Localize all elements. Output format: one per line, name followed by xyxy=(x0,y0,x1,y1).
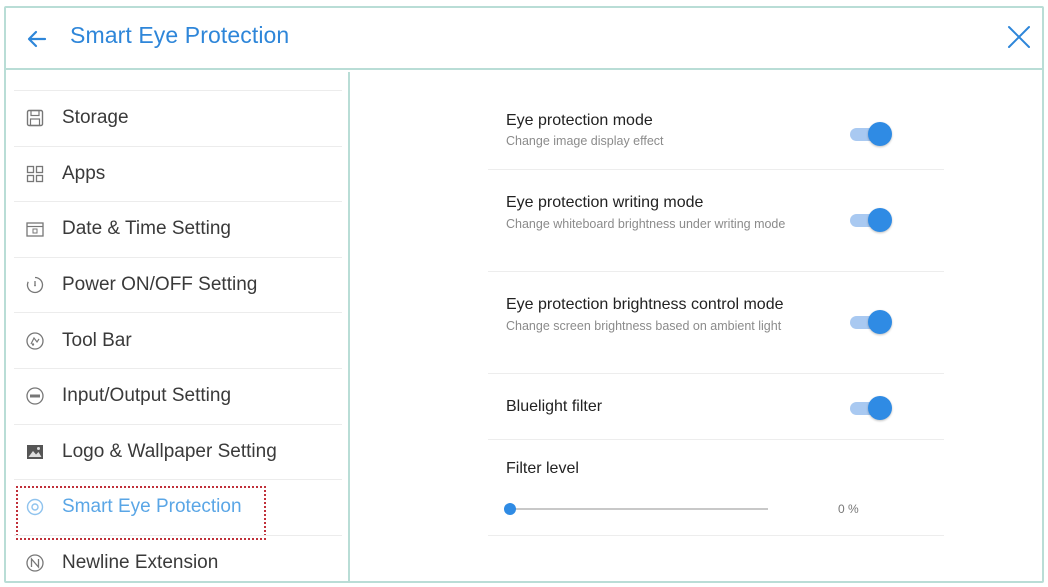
back-button[interactable] xyxy=(24,26,50,52)
sidebar-item-date-time[interactable]: Date & Time Setting xyxy=(14,201,342,257)
toggle-thumb xyxy=(868,122,892,146)
toggle-thumb xyxy=(868,310,892,334)
sidebar-item-label: Smart Eye Protection xyxy=(62,496,242,518)
sidebar-item-label: Logo & Wallpaper Setting xyxy=(62,440,277,462)
sidebar-list: Storage Apps Date & Time Setting Power O… xyxy=(14,90,342,587)
sidebar-item-storage[interactable]: Storage xyxy=(14,90,342,146)
storage-icon xyxy=(24,107,46,129)
setting-description: Change whiteboard brightness under writi… xyxy=(506,217,786,231)
toggle-thumb xyxy=(868,396,892,420)
sidebar: Storage Apps Date & Time Setting Power O… xyxy=(6,72,350,581)
apps-grid-icon xyxy=(24,163,46,185)
setting-row-bluelight-filter: Bluelight filter xyxy=(488,374,944,440)
toggle-thumb xyxy=(868,208,892,232)
brightness-control-mode-toggle[interactable] xyxy=(850,310,894,334)
header-bar: Smart Eye Protection xyxy=(6,8,1042,70)
setting-description: Change screen brightness based on ambien… xyxy=(506,319,782,333)
page-title: Smart Eye Protection xyxy=(70,22,290,48)
sidebar-item-label: Date & Time Setting xyxy=(62,218,231,240)
sidebar-item-label: Newline Extension xyxy=(62,552,219,574)
eye-protection-mode-toggle[interactable] xyxy=(850,122,894,146)
sidebar-item-label: Apps xyxy=(62,162,106,184)
setting-title: Eye protection mode xyxy=(506,112,653,129)
sidebar-item-power[interactable]: Power ON/OFF Setting xyxy=(14,256,342,313)
setting-row-eye-protection-mode: Eye protection mode Change image display… xyxy=(488,90,944,170)
input-output-icon xyxy=(24,385,46,407)
setting-title: Eye protection writing mode xyxy=(506,194,704,211)
sidebar-item-label: Input/Output Setting xyxy=(62,385,232,407)
bluelight-filter-toggle[interactable] xyxy=(850,396,894,420)
settings-window: Smart Eye Protection Storage Apps Date &… xyxy=(4,6,1044,583)
calendar-icon xyxy=(24,218,46,240)
sidebar-item-newline-extension[interactable]: Newline Extension xyxy=(14,534,342,587)
setting-row-brightness-control-mode: Eye protection brightness control mode C… xyxy=(488,272,944,374)
newline-icon xyxy=(24,552,46,574)
setting-row-filter-level: Filter level xyxy=(488,440,944,536)
close-icon xyxy=(1008,26,1030,48)
setting-title: Eye protection brightness control mode xyxy=(506,296,784,313)
sidebar-item-toolbar[interactable]: Tool Bar xyxy=(14,312,342,368)
power-timer-icon xyxy=(24,274,46,296)
sidebar-item-label: Power ON/OFF Setting xyxy=(62,274,258,296)
sidebar-item-smart-eye-protection[interactable]: Smart Eye Protection xyxy=(14,479,342,540)
image-icon xyxy=(24,441,46,463)
setting-row-writing-mode: Eye protection writing mode Change white… xyxy=(488,170,944,272)
arrow-left-icon xyxy=(27,30,47,48)
sidebar-item-apps[interactable]: Apps xyxy=(14,145,342,202)
slider-knob[interactable] xyxy=(504,503,516,515)
settings-content: Eye protection mode Change image display… xyxy=(352,72,1042,581)
filter-level-label: Filter level xyxy=(506,460,579,477)
filter-level-value: 0 % xyxy=(838,502,859,516)
setting-description: Change image display effect xyxy=(506,134,664,148)
sidebar-item-input-output[interactable]: Input/Output Setting xyxy=(14,367,342,424)
filter-level-slider[interactable] xyxy=(502,500,770,518)
slider-rail xyxy=(506,508,768,510)
sidebar-item-logo-wallpaper[interactable]: Logo & Wallpaper Setting xyxy=(14,423,342,480)
setting-title: Bluelight filter xyxy=(506,398,603,415)
eye-icon xyxy=(24,496,46,518)
sidebar-item-label: Storage xyxy=(62,107,129,129)
sidebar-item-label: Tool Bar xyxy=(62,329,132,351)
writing-mode-toggle[interactable] xyxy=(850,208,894,232)
close-button[interactable] xyxy=(1004,22,1034,52)
toolbar-icon xyxy=(24,330,46,352)
